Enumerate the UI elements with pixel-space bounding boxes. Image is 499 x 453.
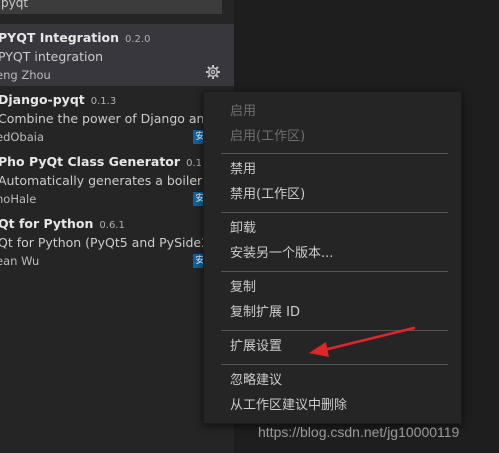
vscode-window: pyqt PYQT Integration 0.2.0 PYQT integrat… <box>0 0 499 453</box>
annotation-arrow-icon <box>309 326 416 357</box>
watermark-text: https://blog.csdn.net/jg10000119 <box>258 424 460 440</box>
